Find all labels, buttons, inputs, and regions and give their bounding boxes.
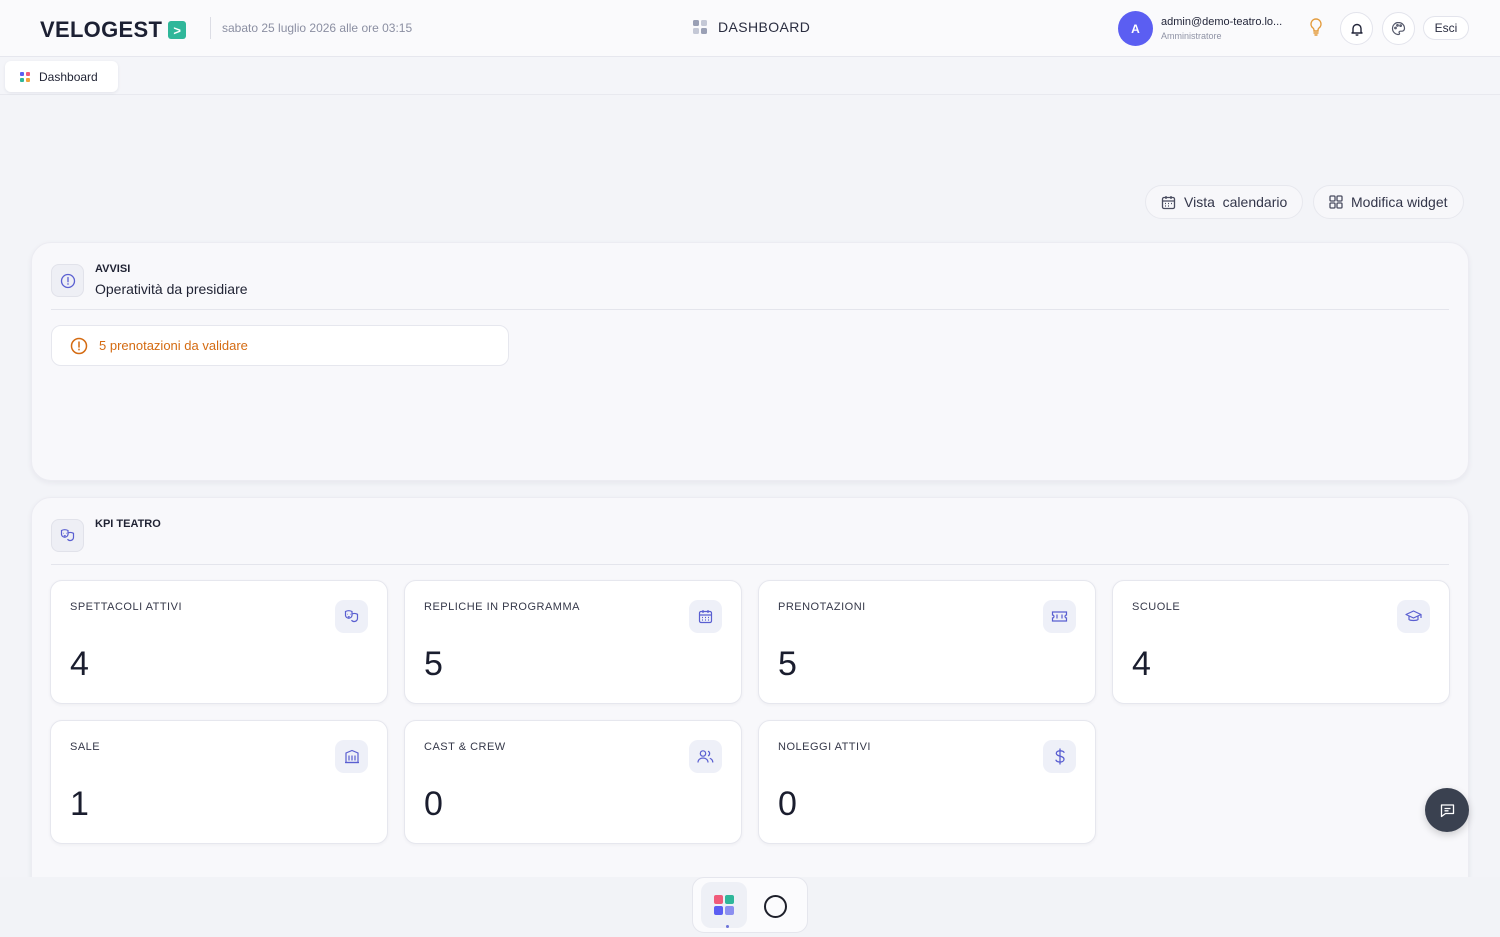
current-datetime: sabato 25 luglio 2026 alle ore 03:15 <box>222 21 413 35</box>
kpi-card-sale[interactable]: SALE 1 <box>50 720 388 844</box>
app-dock <box>692 877 808 933</box>
warning-icon <box>70 337 88 354</box>
palette-icon <box>1391 21 1406 36</box>
alert-item[interactable]: 5 prenotazioni da validare <box>51 325 509 366</box>
theater-masks-icon <box>51 519 84 552</box>
users-icon <box>689 740 722 773</box>
dollar-icon <box>1043 740 1076 773</box>
alerts-panel: AVVISI Operatività da presidiare 5 preno… <box>31 242 1469 481</box>
grid-icon <box>714 895 734 915</box>
kpi-value: 0 <box>778 785 797 823</box>
user-info: admin@demo-teatro.lo... Amministratore <box>1161 16 1291 41</box>
kpi-card-spettacoli[interactable]: SPETTACOLI ATTIVI 4 <box>50 580 388 704</box>
home-circle-icon[interactable] <box>764 895 787 918</box>
panel-divider <box>51 564 1449 565</box>
logout-button[interactable]: Esci <box>1423 16 1469 40</box>
calendar-icon <box>689 600 722 633</box>
ticket-icon <box>1043 600 1076 633</box>
chat-button[interactable] <box>1425 788 1469 832</box>
alerts-kicker: AVVISI <box>95 263 131 275</box>
logo-text: VELOGEST <box>40 17 163 42</box>
edit-widgets-label: Modifica widget <box>1351 194 1448 210</box>
kpi-card-prenotazioni[interactable]: PRENOTAZIONI 5 <box>758 580 1096 704</box>
kpi-kicker: KPI TEATRO <box>95 518 161 530</box>
kpi-value: 4 <box>70 645 89 683</box>
kpi-label: NOLEGGI ATTIVI <box>778 741 871 753</box>
header-divider <box>210 17 211 39</box>
kpi-label: CAST & CREW <box>424 741 506 753</box>
kpi-label: SALE <box>70 741 101 753</box>
avatar: A <box>1118 11 1153 46</box>
dock-dashboard-app[interactable] <box>701 882 747 928</box>
kpi-value: 5 <box>778 645 797 683</box>
kpi-card-cast-crew[interactable]: CAST & CREW 0 <box>404 720 742 844</box>
tab-label: Dashboard <box>39 69 98 84</box>
alert-circle-icon <box>51 264 84 297</box>
kpi-card-scuole[interactable]: SCUOLE 4 <box>1112 580 1450 704</box>
alert-text: 5 prenotazioni da validare <box>99 338 248 353</box>
kpi-value: 1 <box>70 785 89 823</box>
top-bar: VELOGEST > sabato 25 luglio 2026 alle or… <box>0 0 1500 57</box>
user-menu[interactable]: A admin@demo-teatro.lo... Amministratore <box>1118 11 1291 46</box>
logo-badge: > <box>168 21 187 39</box>
page-title-text: DASHBOARD <box>718 19 811 35</box>
building-icon <box>335 740 368 773</box>
kpi-value: 5 <box>424 645 443 683</box>
panel-divider <box>51 309 1449 310</box>
bell-icon <box>1350 23 1363 36</box>
grid-icon <box>20 71 30 82</box>
chat-icon <box>1440 803 1454 817</box>
user-email: admin@demo-teatro.lo... <box>1161 16 1283 28</box>
kpi-value: 0 <box>424 785 443 823</box>
grid-icon <box>693 20 707 34</box>
lightbulb-icon[interactable] <box>1307 17 1325 37</box>
kpi-label: PRENOTAZIONI <box>778 601 866 613</box>
calendar-view-button[interactable]: Vista calendario <box>1145 185 1304 219</box>
page-title: DASHBOARD <box>693 19 810 35</box>
calendar-icon <box>1161 195 1176 209</box>
kpi-value: 4 <box>1132 645 1151 683</box>
theater-masks-icon <box>335 600 368 633</box>
tab-dashboard[interactable]: Dashboard <box>5 61 118 92</box>
tab-strip: Dashboard <box>0 57 1500 95</box>
app-logo[interactable]: VELOGEST > <box>40 17 187 43</box>
widgets-icon <box>1329 195 1343 209</box>
kpi-label: SCUOLE <box>1132 601 1181 613</box>
kpi-card-noleggi[interactable]: NOLEGGI ATTIVI 0 <box>758 720 1096 844</box>
kpi-label: SPETTACOLI ATTIVI <box>70 601 183 613</box>
theme-button[interactable] <box>1382 12 1415 45</box>
active-indicator <box>726 925 729 928</box>
kpi-card-repliche[interactable]: REPLICHE IN PROGRAMMA 5 <box>404 580 742 704</box>
alerts-title: Operatività da presidiare <box>95 281 248 297</box>
edit-widgets-button[interactable]: Modifica widget <box>1313 185 1464 219</box>
calendar-view-label: Vista calendario <box>1184 194 1288 210</box>
notifications-button[interactable] <box>1340 12 1373 45</box>
kpi-label: REPLICHE IN PROGRAMMA <box>424 601 580 613</box>
user-role: Amministratore <box>1161 31 1222 41</box>
graduation-cap-icon <box>1397 600 1430 633</box>
